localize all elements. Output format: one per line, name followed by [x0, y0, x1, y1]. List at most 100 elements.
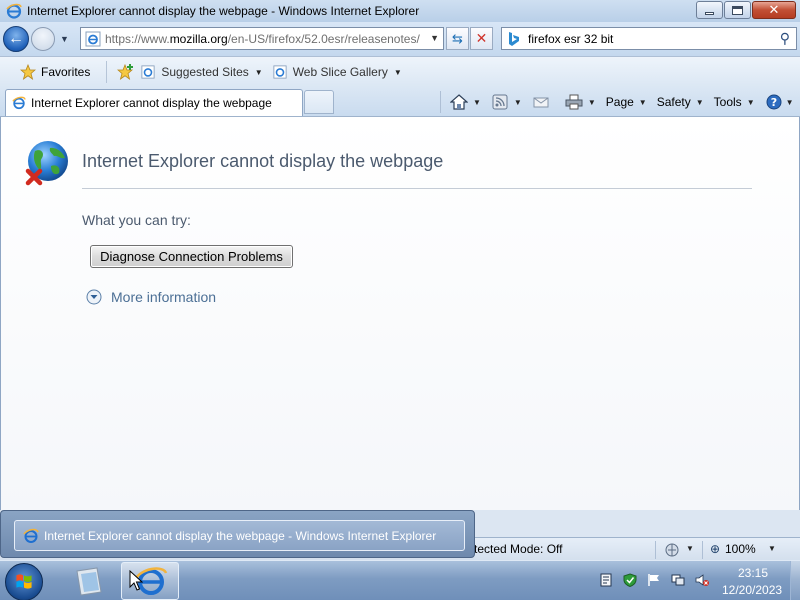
favorites-item-label: Suggested Sites [161, 65, 249, 79]
clock-date[interactable]: 12/20/2023 [722, 583, 782, 597]
ie-page-icon [141, 65, 155, 79]
feeds-icon [492, 94, 508, 110]
favorites-star-icon [20, 64, 36, 80]
protected-mode-status[interactable]: tected Mode: Off [474, 542, 563, 556]
read-mail-button[interactable] [532, 94, 555, 110]
compatibility-refresh-button[interactable]: ⇆ [446, 27, 469, 50]
mouse-cursor-icon [129, 570, 143, 591]
home-button[interactable]: ▼ [450, 94, 481, 110]
page-menu-label: Page [605, 95, 634, 109]
page-content: Internet Explorer cannot display the web… [0, 117, 800, 510]
new-tab-button[interactable] [304, 90, 334, 114]
start-button[interactable] [5, 563, 43, 600]
chevron-down-icon[interactable]: ▼ [473, 98, 481, 107]
divider [655, 541, 656, 559]
ie-page-icon [85, 31, 101, 46]
stop-button[interactable]: ✕ [470, 27, 493, 50]
chevron-down-icon: ▼ [695, 97, 704, 107]
close-icon: ✕ [768, 2, 780, 18]
chevron-down-icon[interactable]: ▼ [768, 544, 776, 553]
ie-logo-icon [23, 528, 39, 543]
add-to-favorites-bar-icon[interactable] [117, 63, 135, 81]
search-box[interactable]: firefox esr 32 bit ⚲ [501, 27, 797, 50]
flag-icon[interactable] [647, 573, 661, 587]
recent-pages-dropdown-icon[interactable]: ▼ [60, 34, 69, 44]
tab-label: Internet Explorer cannot display the web… [31, 96, 272, 110]
refresh-icon: ⇆ [452, 30, 463, 46]
speaker-muted-icon[interactable] [695, 573, 709, 587]
window-controls: ✕ [695, 1, 796, 19]
diagnose-connection-button[interactable]: Diagnose Connection Problems [90, 245, 293, 268]
divider [106, 61, 108, 83]
ie-page-icon [273, 65, 287, 79]
thumbnail-window-entry[interactable]: Internet Explorer cannot display the web… [14, 520, 465, 551]
tools-menu-label: Tools [713, 95, 742, 109]
what-you-can-try-label: What you can try: [82, 212, 191, 228]
favorites-item-label: Web Slice Gallery [292, 65, 388, 79]
divider [440, 91, 441, 113]
forward-button[interactable] [31, 27, 55, 51]
address-bar[interactable]: https://www.mozilla.org/en-US/firefox/52… [80, 27, 444, 50]
address-url[interactable]: https://www.mozilla.org/en-US/firefox/52… [105, 32, 423, 46]
divider [702, 541, 703, 559]
feeds-button[interactable]: ▼ [491, 94, 522, 110]
bing-icon [509, 31, 519, 46]
chevron-down-icon: ▼ [746, 97, 755, 107]
folder-icon [76, 567, 102, 596]
tab-active[interactable]: Internet Explorer cannot display the web… [5, 89, 303, 116]
chevron-down-icon[interactable]: ▼ [686, 544, 694, 553]
favorites-button[interactable]: Favorites [16, 60, 94, 84]
action-center-icon[interactable] [599, 573, 613, 587]
chevron-down-icon[interactable]: ▼ [255, 68, 263, 77]
favorites-item-web-slice-gallery[interactable]: Web Slice Gallery ▼ [273, 65, 402, 79]
maximize-button[interactable] [724, 1, 751, 19]
page-menu[interactable]: Page ▼ [606, 95, 647, 109]
taskbar-explorer-button[interactable] [60, 562, 118, 600]
help-menu[interactable]: ? ▼ [765, 94, 794, 110]
clock-time[interactable]: 23:15 [738, 566, 768, 580]
favorites-label: Favorites [41, 65, 91, 79]
navigation-bar: ← ▼ https://www.mozilla.org/en-US/firefo… [0, 22, 800, 56]
safety-menu[interactable]: Safety ▼ [657, 95, 704, 109]
mail-icon [533, 97, 549, 108]
back-button[interactable]: ← [3, 26, 29, 52]
show-desktop-button[interactable] [790, 561, 800, 600]
network-icon[interactable] [671, 573, 685, 587]
taskbar: 23:15 12/20/2023 [0, 560, 800, 600]
safety-menu-label: Safety [656, 95, 691, 109]
chevron-down-icon[interactable]: ▼ [394, 68, 402, 77]
address-dropdown-icon[interactable]: ▼ [430, 33, 439, 43]
chevron-down-icon[interactable]: ▼ [588, 98, 596, 107]
search-input[interactable]: firefox esr 32 bit [528, 32, 613, 46]
error-heading: Internet Explorer cannot display the web… [82, 151, 444, 171]
thumbnail-title: Internet Explorer cannot display the web… [44, 528, 437, 543]
close-button[interactable]: ✕ [752, 1, 796, 19]
zoom-level[interactable]: 100% [725, 542, 756, 556]
more-information-toggle[interactable]: More information [86, 289, 216, 305]
url-domain: mozilla.org [169, 31, 228, 46]
print-button[interactable]: ▼ [565, 94, 596, 110]
back-arrow-icon: ← [8, 30, 24, 47]
search-icon[interactable]: ⚲ [780, 30, 790, 47]
favorites-item-suggested-sites[interactable]: Suggested Sites ▼ [141, 65, 263, 79]
security-zone-icon[interactable] [664, 542, 680, 558]
chevron-down-icon: ▼ [785, 97, 794, 107]
heading-divider [82, 188, 752, 189]
home-icon [450, 94, 468, 110]
help-icon: ? [766, 94, 782, 110]
chevron-down-icon: ▼ [638, 97, 647, 107]
title-bar: Internet Explorer cannot display the web… [0, 0, 800, 22]
minimize-button[interactable] [696, 1, 723, 19]
taskbar-thumbnail-preview: Internet Explorer cannot display the web… [0, 510, 475, 558]
more-information-label: More information [111, 289, 217, 305]
chevron-down-icon[interactable]: ▼ [514, 98, 522, 107]
favorites-bar: Favorites Suggested Sites ▼ Web Slice Ga… [0, 56, 800, 87]
ie-logo-icon [6, 3, 22, 19]
tools-menu[interactable]: Tools ▼ [714, 95, 755, 109]
zoom-icon: ⊕ [710, 542, 721, 556]
command-bar: ▼ ▼ ▼ Page ▼ Safety ▼ Tools ▼ ? ▼ [436, 87, 799, 117]
security-shield-icon[interactable] [623, 573, 637, 587]
url-prefix: https://www. [105, 31, 170, 46]
stop-icon: ✕ [475, 30, 488, 46]
print-icon [565, 94, 583, 110]
